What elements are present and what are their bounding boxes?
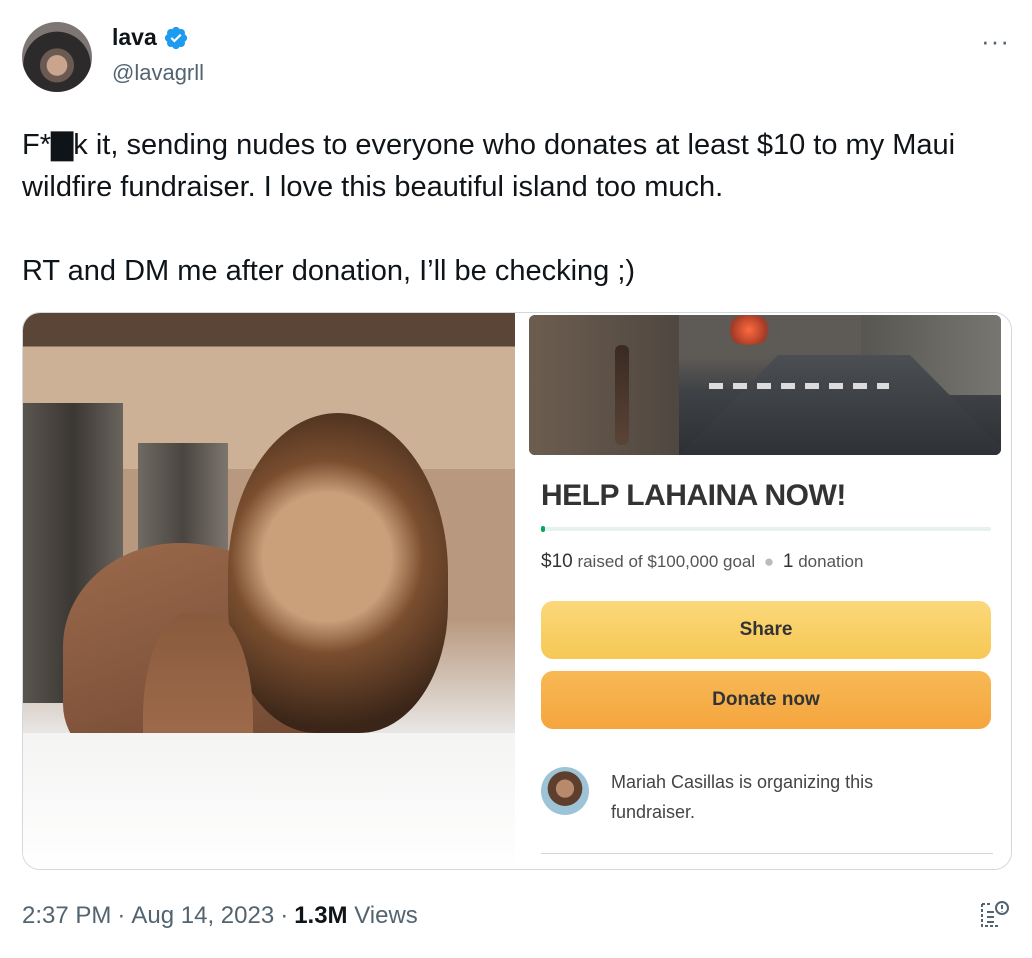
- raised-goal: raised of $100,000 goal: [577, 552, 756, 571]
- tweet-time[interactable]: 2:37 PM: [22, 902, 111, 929]
- tweet-avatar[interactable]: [22, 22, 92, 92]
- separator-dot: ●: [763, 552, 775, 571]
- views-count: 1.3M: [294, 902, 348, 929]
- views-label: Views: [354, 902, 418, 929]
- raised-amount: $10: [541, 551, 573, 572]
- fundraiser-title: HELP LAHAINA NOW!: [541, 479, 846, 512]
- organizer-text: Mariah Casillas is organizing this fundr…: [611, 772, 874, 822]
- tweet-date[interactable]: Aug 14, 2023: [131, 902, 274, 929]
- tweet-text: F*▇k it, sending nudes to everyone who d…: [22, 129, 956, 287]
- organizer-row: Mariah Casillas is organizing this fundr…: [541, 767, 931, 827]
- author-row: lava: [112, 24, 189, 51]
- donation-count: 1: [782, 551, 794, 572]
- share-button[interactable]: Share: [541, 601, 991, 659]
- more-options-icon[interactable]: ···: [981, 26, 1010, 57]
- view-post-engagements-icon[interactable]: [978, 898, 1012, 932]
- divider: [541, 853, 993, 854]
- author-name[interactable]: lava: [112, 24, 157, 51]
- tweet-media[interactable]: HELP LAHAINA NOW! $10 raised of $100,000…: [22, 312, 1012, 870]
- organizer-avatar: [541, 767, 589, 815]
- tweet-meta: 2:37 PM · Aug 14, 2023 · 1.3M Views: [22, 902, 418, 929]
- fundraiser-screenshot[interactable]: HELP LAHAINA NOW! $10 raised of $100,000…: [517, 313, 1011, 869]
- donate-now-button[interactable]: Donate now: [541, 671, 991, 729]
- verified-badge-icon: [164, 26, 187, 49]
- fundraiser-raised-text: $10 raised of $100,000 goal ● 1 donation: [541, 551, 863, 573]
- attached-photo[interactable]: [23, 313, 515, 869]
- fundraiser-cover-image: [529, 315, 1001, 455]
- donation-label: donation: [798, 552, 864, 571]
- author-handle[interactable]: @lavagrll: [112, 60, 204, 86]
- fundraiser-progress-fill: [541, 526, 545, 532]
- fundraiser-progress-bar: [541, 526, 991, 532]
